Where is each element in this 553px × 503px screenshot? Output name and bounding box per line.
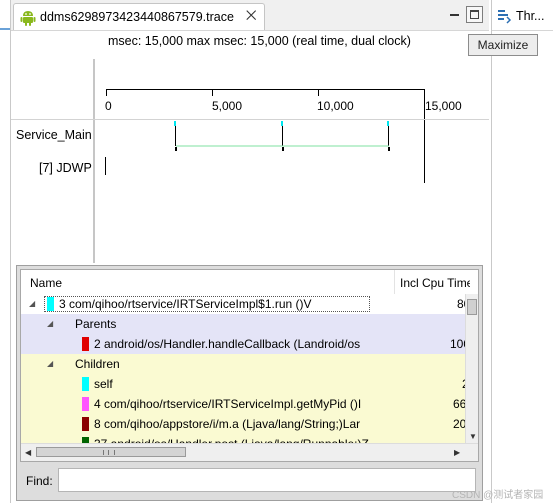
column-header-incl-cpu-time[interactable]: Incl Cpu Time xyxy=(400,276,470,290)
tree-row-child-method[interactable]: 4 com/qihoo/rtservice/IRTServiceImpl.get… xyxy=(21,394,466,414)
grip-icon xyxy=(103,450,115,455)
tree-row-label: 4 com/qihoo/rtservice/IRTServiceImpl.get… xyxy=(94,397,362,411)
tree-row-parents[interactable]: ◢ Parents xyxy=(21,314,465,334)
tree-row-label: 8 com/qihoo/appstore/i/m.a (Ljava/lang/S… xyxy=(94,417,361,431)
tree-row-parent-method[interactable]: 2 android/os/Handler.handleCallback (Lan… xyxy=(21,334,470,354)
tree-row-method[interactable]: ◢ 3 com/qihoo/rtservice/IRTServiceImpl$1… xyxy=(21,294,470,314)
close-icon[interactable]: ⨉ xyxy=(246,8,256,24)
maximize-button[interactable] xyxy=(466,6,483,23)
method-color-swatch xyxy=(82,397,89,411)
profile-tree[interactable]: Name Incl Cpu Time ◢ 3 com/qihoo/rtservi… xyxy=(20,269,479,462)
time-ruler xyxy=(106,89,424,90)
left-view-edge xyxy=(0,0,11,503)
profile-panel: Name Incl Cpu Time ◢ 3 com/qihoo/rtservi… xyxy=(16,265,483,501)
threads-icon xyxy=(498,10,512,24)
scroll-down-icon[interactable]: ▼ xyxy=(469,432,477,441)
find-input[interactable] xyxy=(58,468,476,492)
thread-label-service-main[interactable]: Service_Main xyxy=(16,128,92,142)
scroll-right-icon[interactable]: ▶ xyxy=(454,448,460,457)
left-view-accent xyxy=(0,28,10,30)
tree-row-label: Parents xyxy=(75,317,117,331)
ruler-tick-label: 0 xyxy=(105,99,112,113)
tree-row-label: self xyxy=(94,377,113,391)
service-main-activity[interactable] xyxy=(171,119,431,155)
scroll-left-icon[interactable]: ◀ xyxy=(25,448,31,457)
tree-row-label: 2 android/os/Handler.handleCallback (Lan… xyxy=(94,337,361,351)
tree-row-child-method[interactable]: self 2 xyxy=(21,374,469,394)
vertical-scrollbar[interactable]: ▼ xyxy=(465,294,478,443)
time-info: msec: 15,000 max msec: 15,000 (real time… xyxy=(108,34,411,48)
horizontal-scroll-thumb[interactable] xyxy=(36,447,186,457)
jdwp-activity-start[interactable] xyxy=(105,157,107,177)
minimize-icon xyxy=(450,14,459,16)
ruler-tick-label: 15,000 xyxy=(425,99,462,113)
vertical-scroll-thumb[interactable] xyxy=(467,299,477,315)
maximize-tooltip: Maximize xyxy=(468,34,538,56)
method-color-swatch xyxy=(82,417,89,431)
threads-view-label: Thr... xyxy=(516,9,545,23)
column-header-name[interactable]: Name xyxy=(30,276,62,290)
collapse-icon[interactable]: ◢ xyxy=(47,359,53,368)
ruler-tick-label: 5,000 xyxy=(212,99,243,113)
tree-row-children[interactable]: ◢ Children xyxy=(21,354,465,374)
tree-row-label: 3 com/qihoo/rtservice/IRTServiceImpl$1.r… xyxy=(59,297,312,311)
tree-row-child-method[interactable]: 8 com/qihoo/appstore/i/m.a (Ljava/lang/S… xyxy=(21,414,466,434)
ruler-tick-label: 10,000 xyxy=(317,99,354,113)
editor-tab-trace[interactable]: ddms6298973423440867579.trace ⨉ xyxy=(13,3,265,30)
timeline-label-divider[interactable] xyxy=(93,59,95,263)
tree-header: Name Incl Cpu Time xyxy=(21,270,478,295)
method-color-swatch xyxy=(82,337,89,351)
thread-label-jdwp[interactable]: [7] JDWP xyxy=(39,161,92,175)
collapse-icon[interactable]: ◢ xyxy=(47,319,53,328)
horizontal-scrollbar[interactable]: ◀ ▶ xyxy=(21,443,478,461)
editor-tab-label: ddms6298973423440867579.trace xyxy=(40,10,234,24)
editor-tab-bar: ddms6298973423440867579.trace ⨉ xyxy=(11,0,489,31)
watermark: CSDN @测试者家园 xyxy=(452,490,544,501)
collapse-icon[interactable]: ◢ xyxy=(29,299,35,308)
tree-row-label: Children xyxy=(75,357,120,371)
method-color-swatch xyxy=(82,377,89,391)
ruler-tick xyxy=(212,89,213,96)
threads-view: Thr... xyxy=(491,0,553,503)
minimize-button[interactable] xyxy=(448,7,462,21)
find-label: Find: xyxy=(26,474,53,488)
maximize-icon xyxy=(470,10,479,19)
timeline-area[interactable]: msec: 15,000 max msec: 15,000 (real time… xyxy=(11,31,489,263)
column-separator[interactable] xyxy=(394,270,395,294)
ruler-tick xyxy=(318,89,319,96)
method-color-swatch xyxy=(47,297,54,311)
ruler-tick xyxy=(106,89,107,96)
threads-view-tab[interactable]: Thr... xyxy=(492,3,553,31)
android-icon xyxy=(20,11,36,26)
